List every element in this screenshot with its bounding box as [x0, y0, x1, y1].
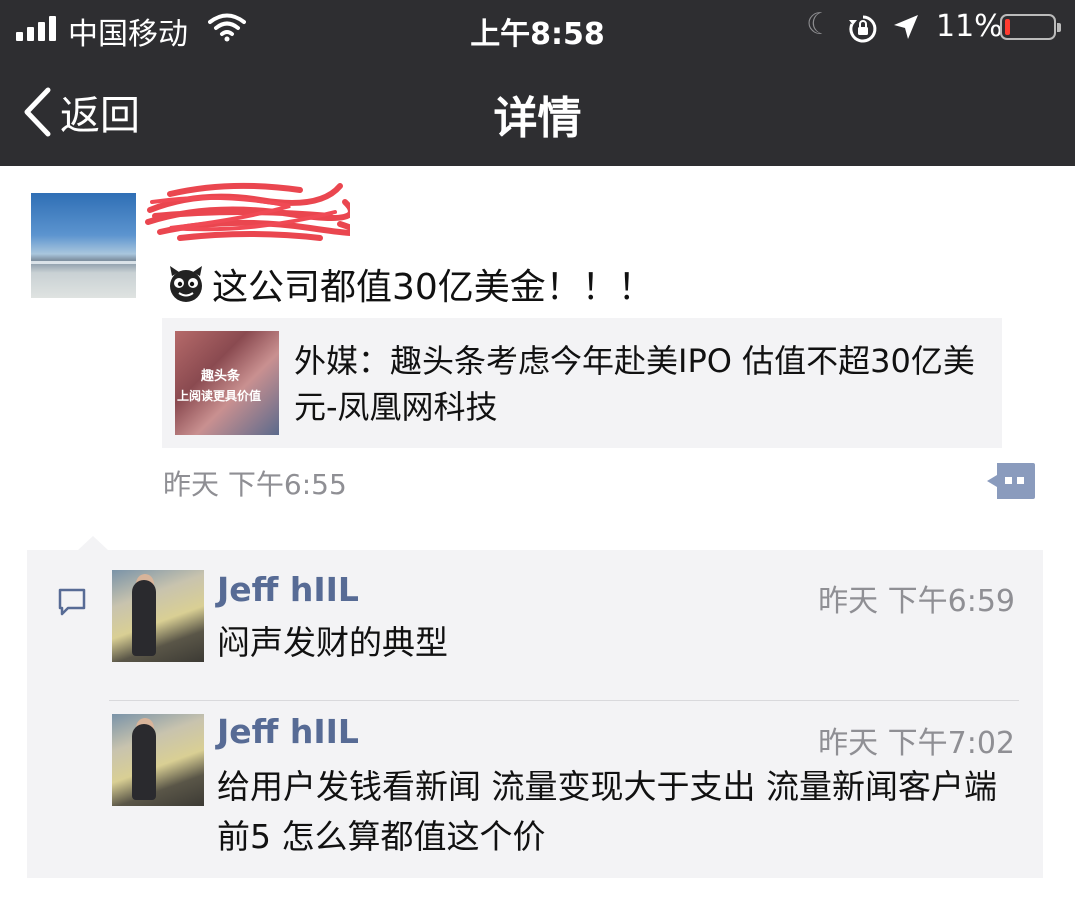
battery-icon — [1000, 14, 1061, 40]
link-title: 外媒：趣头条考虑今年赴美IPO 估值不超30亿美元-凤凰网科技 — [294, 342, 975, 426]
thumbnail-text-1: 趣头条 — [201, 369, 241, 384]
post-timestamp: 昨天 下午6:55 — [163, 468, 347, 501]
battery-percent: 11% — [936, 9, 1003, 44]
link-card[interactable]: 趣头条 上阅读更具价值 外媒：趣头条考虑今年赴美IPO 估值不超30亿美元-凤凰… — [162, 318, 1002, 448]
post-text: 这公司都值30亿美金！！！ — [212, 267, 654, 308]
devil-emoji-icon — [170, 266, 202, 302]
comments-caret — [77, 536, 109, 551]
do-not-disturb-moon-icon: ☾ — [806, 7, 833, 42]
rotation-lock-icon — [848, 14, 878, 52]
thumbnail-text-2: 上阅读更具价值 — [177, 389, 262, 403]
redaction-scribble — [145, 182, 350, 241]
battery-level — [1005, 19, 1010, 35]
comment-time: 昨天 下午6:59 — [818, 584, 1015, 619]
author-avatar[interactable] — [31, 193, 136, 298]
page-title: 详情 — [493, 93, 582, 144]
post-text-row: 这公司都值30亿美金！！！ — [166, 258, 654, 310]
comment-more-icon — [987, 463, 1035, 499]
comment-text[interactable]: 闷声发财的典型 — [217, 618, 1027, 668]
status-bar: 中国移动 上午8:58 ☾ 11% — [0, 0, 1075, 56]
commenter-avatar[interactable] — [112, 714, 204, 806]
comment-bubble-icon — [57, 587, 87, 621]
commenter-avatar[interactable] — [112, 570, 204, 662]
link-thumbnail: 趣头条 上阅读更具价值 — [175, 331, 279, 435]
location-arrow-icon — [892, 13, 920, 49]
comment-text[interactable]: 给用户发钱看新闻 流量变现大于支出 流量新闻客户端前5 怎么算都值这个价 — [217, 762, 1027, 862]
comment-time: 昨天 下午7:02 — [818, 726, 1015, 761]
top-bar: 中国移动 上午8:58 ☾ 11% 返回 详情 — [0, 0, 1075, 166]
commenter-name[interactable]: Jeff hIIL — [217, 712, 359, 751]
commenter-name[interactable]: Jeff hIIL — [217, 570, 359, 609]
more-actions-button[interactable] — [985, 463, 1035, 499]
comments-section: Jeff hIIL 昨天 下午6:59 闷声发财的典型 Jeff hIIL 昨天… — [27, 536, 1043, 878]
comment-divider — [109, 700, 1019, 701]
navigation-bar: 返回 详情 — [0, 56, 1075, 166]
